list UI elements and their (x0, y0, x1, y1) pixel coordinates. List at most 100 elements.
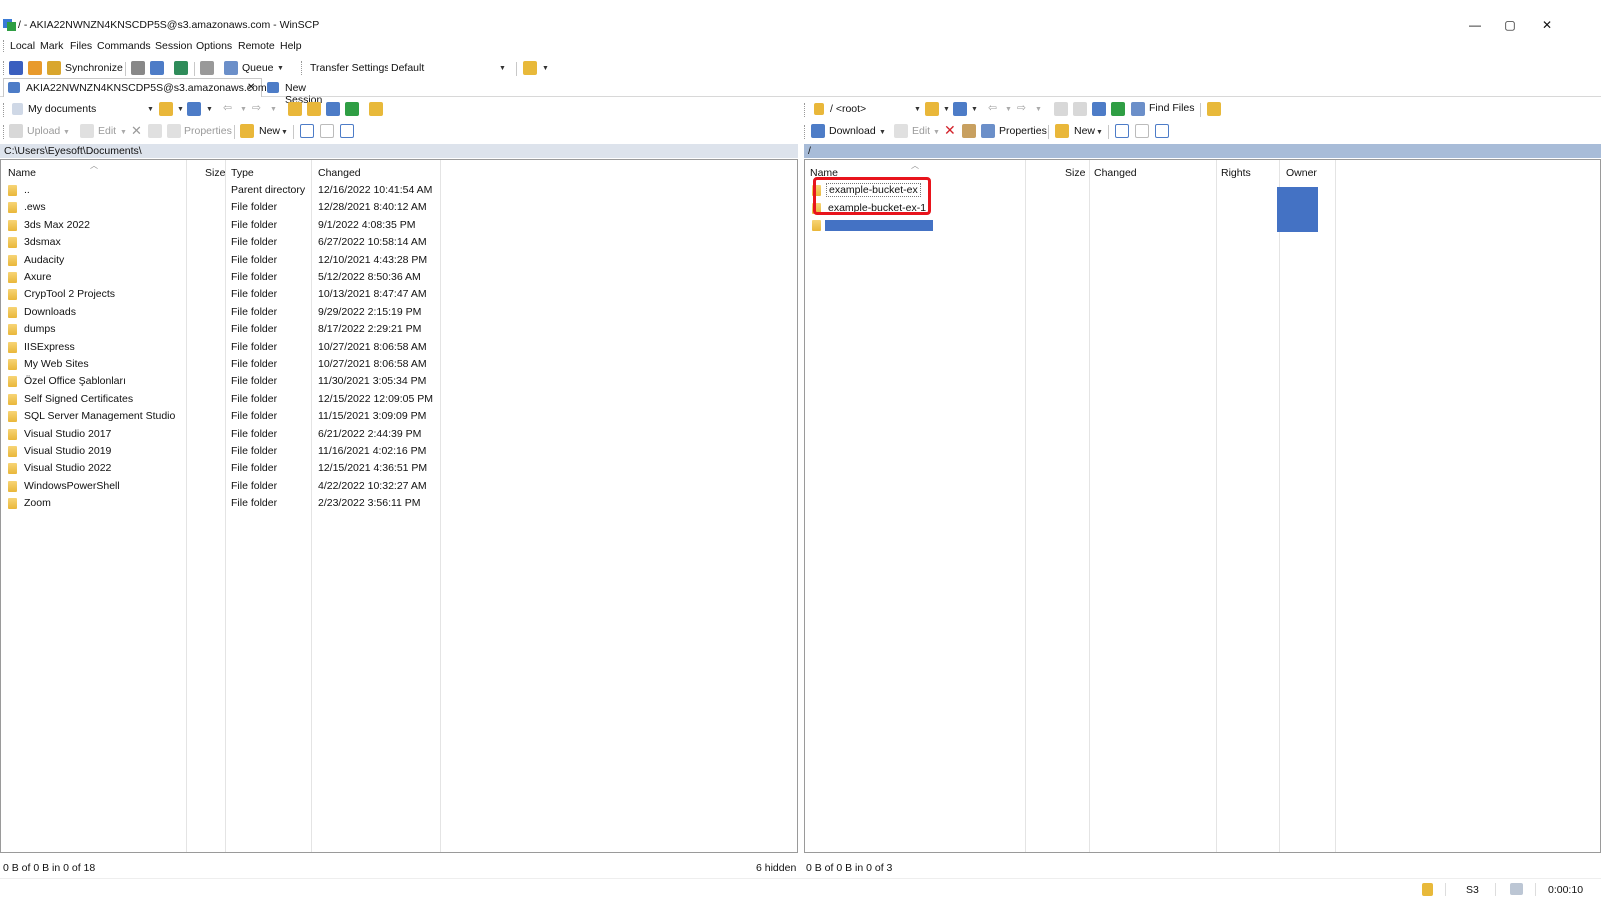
edit-icon[interactable] (894, 124, 908, 138)
local-location-select[interactable]: My documents ▼ (10, 101, 155, 117)
menu-local[interactable]: Local (10, 40, 35, 52)
toolbar-grip[interactable] (3, 40, 5, 52)
chevron-down-icon[interactable]: ▼ (270, 106, 277, 113)
filter-icon[interactable] (953, 102, 967, 116)
filter-files-icon[interactable] (340, 124, 354, 138)
table-row[interactable] (805, 217, 1600, 234)
chevron-down-icon[interactable]: ▼ (542, 65, 549, 72)
toolbar-grip[interactable] (301, 61, 303, 75)
synchronize-button[interactable]: Synchronize (65, 62, 123, 74)
transfer-icon[interactable] (150, 61, 164, 75)
chevron-down-icon[interactable]: ▼ (971, 106, 978, 113)
download-button[interactable]: Download (829, 125, 876, 137)
column-header-changed[interactable]: Changed (1094, 167, 1137, 179)
new-icon[interactable] (240, 124, 254, 138)
minimize-button[interactable]: — (1467, 17, 1483, 33)
edit-button[interactable]: Edit (912, 125, 930, 137)
table-row[interactable]: Özel Office Şablonları File folder 11/30/2… (1, 373, 797, 390)
remote-path-bar[interactable]: / (804, 144, 1601, 158)
chevron-down-icon[interactable]: ▼ (1005, 106, 1012, 113)
chevron-down-icon[interactable]: ▼ (120, 129, 127, 136)
toolbar-grip[interactable] (804, 103, 806, 117)
table-row[interactable]: Self Signed Certificates File folder 12/15… (1, 391, 797, 408)
table-row[interactable]: SQL Server Management Studio File folder 1… (1, 408, 797, 425)
find-files-icon[interactable] (1131, 102, 1145, 116)
upload-icon[interactable] (9, 124, 23, 138)
tab-session[interactable]: AKIA22NWNZN4KNSCDP5S@s3.amazonaws.com ✕ (3, 78, 267, 97)
compare-directories-icon[interactable] (9, 61, 23, 75)
select-all-icon[interactable] (1115, 124, 1129, 138)
queue-icon[interactable] (224, 61, 238, 75)
table-row[interactable]: Zoom File folder 2/23/2022 3:56:11 PM (1, 495, 797, 512)
table-row[interactable]: .ews File folder 12/28/2021 8:40:12 AM (1, 199, 797, 216)
remote-location-select[interactable]: / <root> ▼ (812, 101, 922, 117)
table-row[interactable]: Visual Studio 2019 File folder 11/16/2021 … (1, 443, 797, 460)
queue-dropdown-icon[interactable]: ▼ (277, 65, 284, 72)
chevron-down-icon[interactable]: ▼ (147, 106, 154, 113)
table-row[interactable]: Downloads File folder 9/29/2022 2:15:19 PM (1, 304, 797, 321)
chevron-down-icon[interactable]: ▼ (177, 106, 184, 113)
open-directory-icon[interactable] (925, 102, 939, 116)
chevron-down-icon[interactable]: ▼ (1035, 106, 1042, 113)
column-header-name[interactable]: Name (8, 167, 36, 179)
root-directory-icon[interactable] (307, 102, 321, 116)
chevron-down-icon[interactable]: ▼ (1096, 129, 1103, 136)
menu-help[interactable]: Help (280, 40, 302, 52)
find-files-button[interactable]: Find Files (1149, 102, 1195, 114)
delete-icon[interactable]: ✕ (944, 122, 956, 139)
chevron-down-icon[interactable]: ▼ (206, 106, 213, 113)
settings-gear-icon[interactable] (200, 61, 214, 75)
local-file-list[interactable]: Name ︿ Size Type Changed .. Parent direct… (0, 159, 798, 853)
transfer-options-icon[interactable] (523, 61, 537, 75)
table-row[interactable]: Visual Studio 2022 File folder 12/15/2021 … (1, 460, 797, 477)
synchronize-browsing-icon[interactable] (28, 61, 42, 75)
delete-icon[interactable]: ✕ (131, 123, 142, 139)
chevron-down-icon[interactable]: ▼ (914, 106, 921, 113)
chevron-down-icon[interactable]: ▼ (63, 129, 70, 136)
menu-commands[interactable]: Commands (97, 40, 151, 52)
toolbar-grip[interactable] (3, 125, 5, 139)
back-icon[interactable]: ⇦ (223, 102, 232, 114)
properties-button[interactable]: Properties (999, 125, 1047, 137)
menu-files[interactable]: Files (70, 40, 92, 52)
chevron-down-icon[interactable]: ▼ (281, 129, 288, 136)
refresh-icon[interactable] (1111, 102, 1125, 116)
table-row[interactable]: IISExpress File folder 10/27/2021 8:06:58 … (1, 339, 797, 356)
remote-file-list[interactable]: Name ︿ Size Changed Rights Owner example… (804, 159, 1601, 853)
transfer-settings-select[interactable]: Default ▼ (388, 60, 508, 76)
parent-directory-row[interactable]: .. Parent directory 12/16/2022 10:41:54 AM (1, 182, 797, 199)
properties-icon[interactable] (981, 124, 995, 138)
chevron-down-icon[interactable]: ▼ (933, 129, 940, 136)
open-directory-icon[interactable] (159, 102, 173, 116)
console-icon[interactable] (131, 61, 145, 75)
column-header-size[interactable]: Size (1065, 167, 1085, 179)
forward-icon[interactable]: ⇨ (252, 102, 261, 114)
properties-icon[interactable] (167, 124, 181, 138)
close-window-button[interactable]: ✕ (1539, 17, 1555, 33)
table-row[interactable]: WindowsPowerShell File folder 4/22/2022 10… (1, 478, 797, 495)
select-all-icon[interactable] (300, 124, 314, 138)
unselect-all-icon[interactable] (1135, 124, 1149, 138)
new-button[interactable]: New (1074, 125, 1095, 137)
download-icon[interactable] (811, 124, 825, 138)
table-row[interactable]: dumps File folder 8/17/2022 2:29:21 PM (1, 321, 797, 338)
menu-mark[interactable]: Mark (40, 40, 63, 52)
table-row[interactable]: Audacity File folder 12/10/2021 4:43:28 PM (1, 252, 797, 269)
toolbar-grip[interactable] (3, 103, 5, 117)
tree-icon[interactable] (369, 102, 383, 116)
parent-directory-icon[interactable] (1054, 102, 1068, 116)
menu-session[interactable]: Session (155, 40, 192, 52)
parent-directory-icon[interactable] (288, 102, 302, 116)
column-header-type[interactable]: Type (231, 167, 254, 179)
edit-icon[interactable] (80, 124, 94, 138)
local-hidden-count[interactable]: 6 hidden (756, 862, 796, 876)
lock-icon[interactable] (1422, 883, 1433, 896)
rename-icon[interactable] (962, 124, 976, 138)
synchronize-icon[interactable] (47, 61, 61, 75)
edit-button[interactable]: Edit (98, 125, 116, 137)
preferences-icon[interactable] (174, 61, 188, 75)
unselect-all-icon[interactable] (320, 124, 334, 138)
table-row[interactable]: My Web Sites File folder 10/27/2021 8:06:5… (1, 356, 797, 373)
column-header-size[interactable]: Size (205, 167, 225, 179)
menu-remote[interactable]: Remote (238, 40, 275, 52)
